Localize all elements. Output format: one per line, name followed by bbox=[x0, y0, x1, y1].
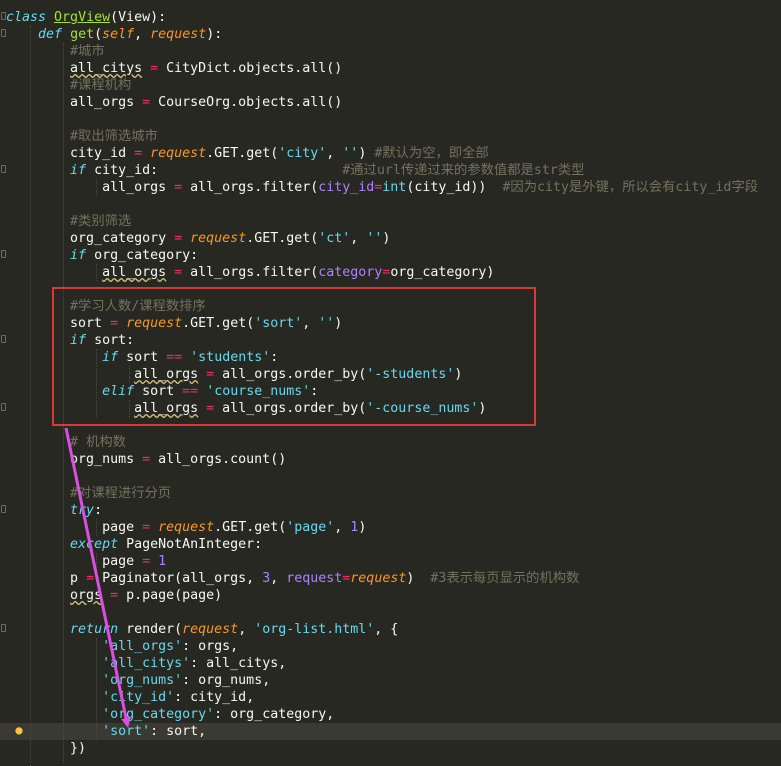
lightbulb-icon[interactable]: ● bbox=[13, 723, 25, 738]
code-editor[interactable]: class OrgView(View): def get(self, reque… bbox=[0, 0, 781, 766]
annotation-arrow-line bbox=[64, 427, 131, 728]
annotation-arrow bbox=[64, 427, 131, 728]
